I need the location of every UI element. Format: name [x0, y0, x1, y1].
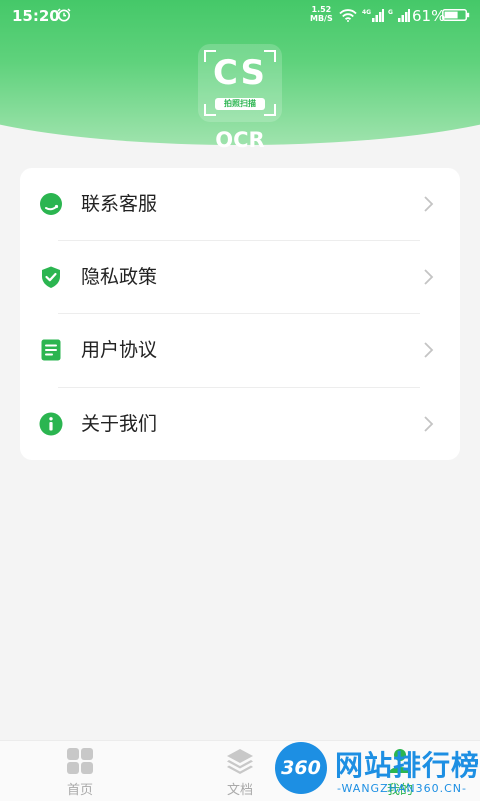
watermark: 360 网站排行榜 -WANGZHAN360.CN- — [275, 742, 480, 800]
info-icon — [39, 412, 63, 436]
svg-text:G: G — [388, 9, 393, 16]
logo-text: CS — [212, 53, 268, 93]
menu-item-label: 联系客服 — [81, 193, 158, 215]
battery-icon — [442, 9, 470, 21]
signal-icon: G — [388, 9, 410, 22]
logo-subtitle: 拍照扫描 — [215, 98, 265, 110]
chevron-right-icon — [424, 416, 434, 432]
nav-tab-documents[interactable]: 文档 — [200, 741, 280, 801]
menu-item-customer-service[interactable]: 联系客服 — [20, 168, 460, 240]
menu-item-privacy-policy[interactable]: 隐私政策 — [20, 241, 460, 313]
settings-menu-card: 联系客服 隐私政策 用户协议 关于我们 — [20, 168, 460, 460]
signal-4g-icon: 4G — [362, 9, 384, 22]
chevron-right-icon — [424, 342, 434, 358]
document-icon — [41, 339, 61, 361]
headset-icon — [40, 193, 62, 215]
nav-tab-label: 首页 — [66, 783, 93, 798]
nav-tab-home[interactable]: 首页 — [40, 741, 120, 801]
menu-item-user-agreement[interactable]: 用户协议 — [20, 314, 460, 386]
watermark-title: 网站排行榜 — [335, 749, 480, 782]
menu-item-label: 隐私政策 — [81, 266, 158, 288]
chevron-right-icon — [424, 196, 434, 212]
watermark-url: -WANGZHAN360.CN- — [337, 782, 468, 795]
status-time: 15:20 — [12, 7, 60, 25]
shield-check-icon — [42, 266, 60, 288]
status-bar: 15:20 1.52 MB/S 4G G 61% — [0, 0, 480, 32]
network-speed-value: 1.52 — [311, 5, 332, 14]
nav-tab-label: 文档 — [226, 783, 253, 798]
network-speed: 1.52 MB/S — [310, 5, 333, 23]
app-logo: CS 拍照扫描 — [198, 44, 282, 122]
alarm-icon — [57, 8, 71, 22]
logo-corner — [264, 104, 276, 116]
layers-icon — [227, 749, 253, 774]
watermark-badge: 360 — [275, 742, 327, 794]
network-speed-unit: MB/S — [310, 14, 333, 23]
wifi-icon — [339, 9, 357, 22]
chevron-right-icon — [424, 269, 434, 285]
network-type-label: 4G — [362, 9, 371, 16]
grid-icon — [67, 748, 93, 774]
app-name: OCR — [215, 128, 265, 152]
header: 15:20 1.52 MB/S 4G G 61% CS 拍照扫描 OCR — [0, 0, 480, 160]
menu-item-label: 关于我们 — [81, 413, 158, 435]
battery-percentage: 61% — [412, 7, 446, 25]
menu-item-about-us[interactable]: 关于我们 — [20, 388, 460, 460]
menu-item-label: 用户协议 — [81, 339, 158, 361]
